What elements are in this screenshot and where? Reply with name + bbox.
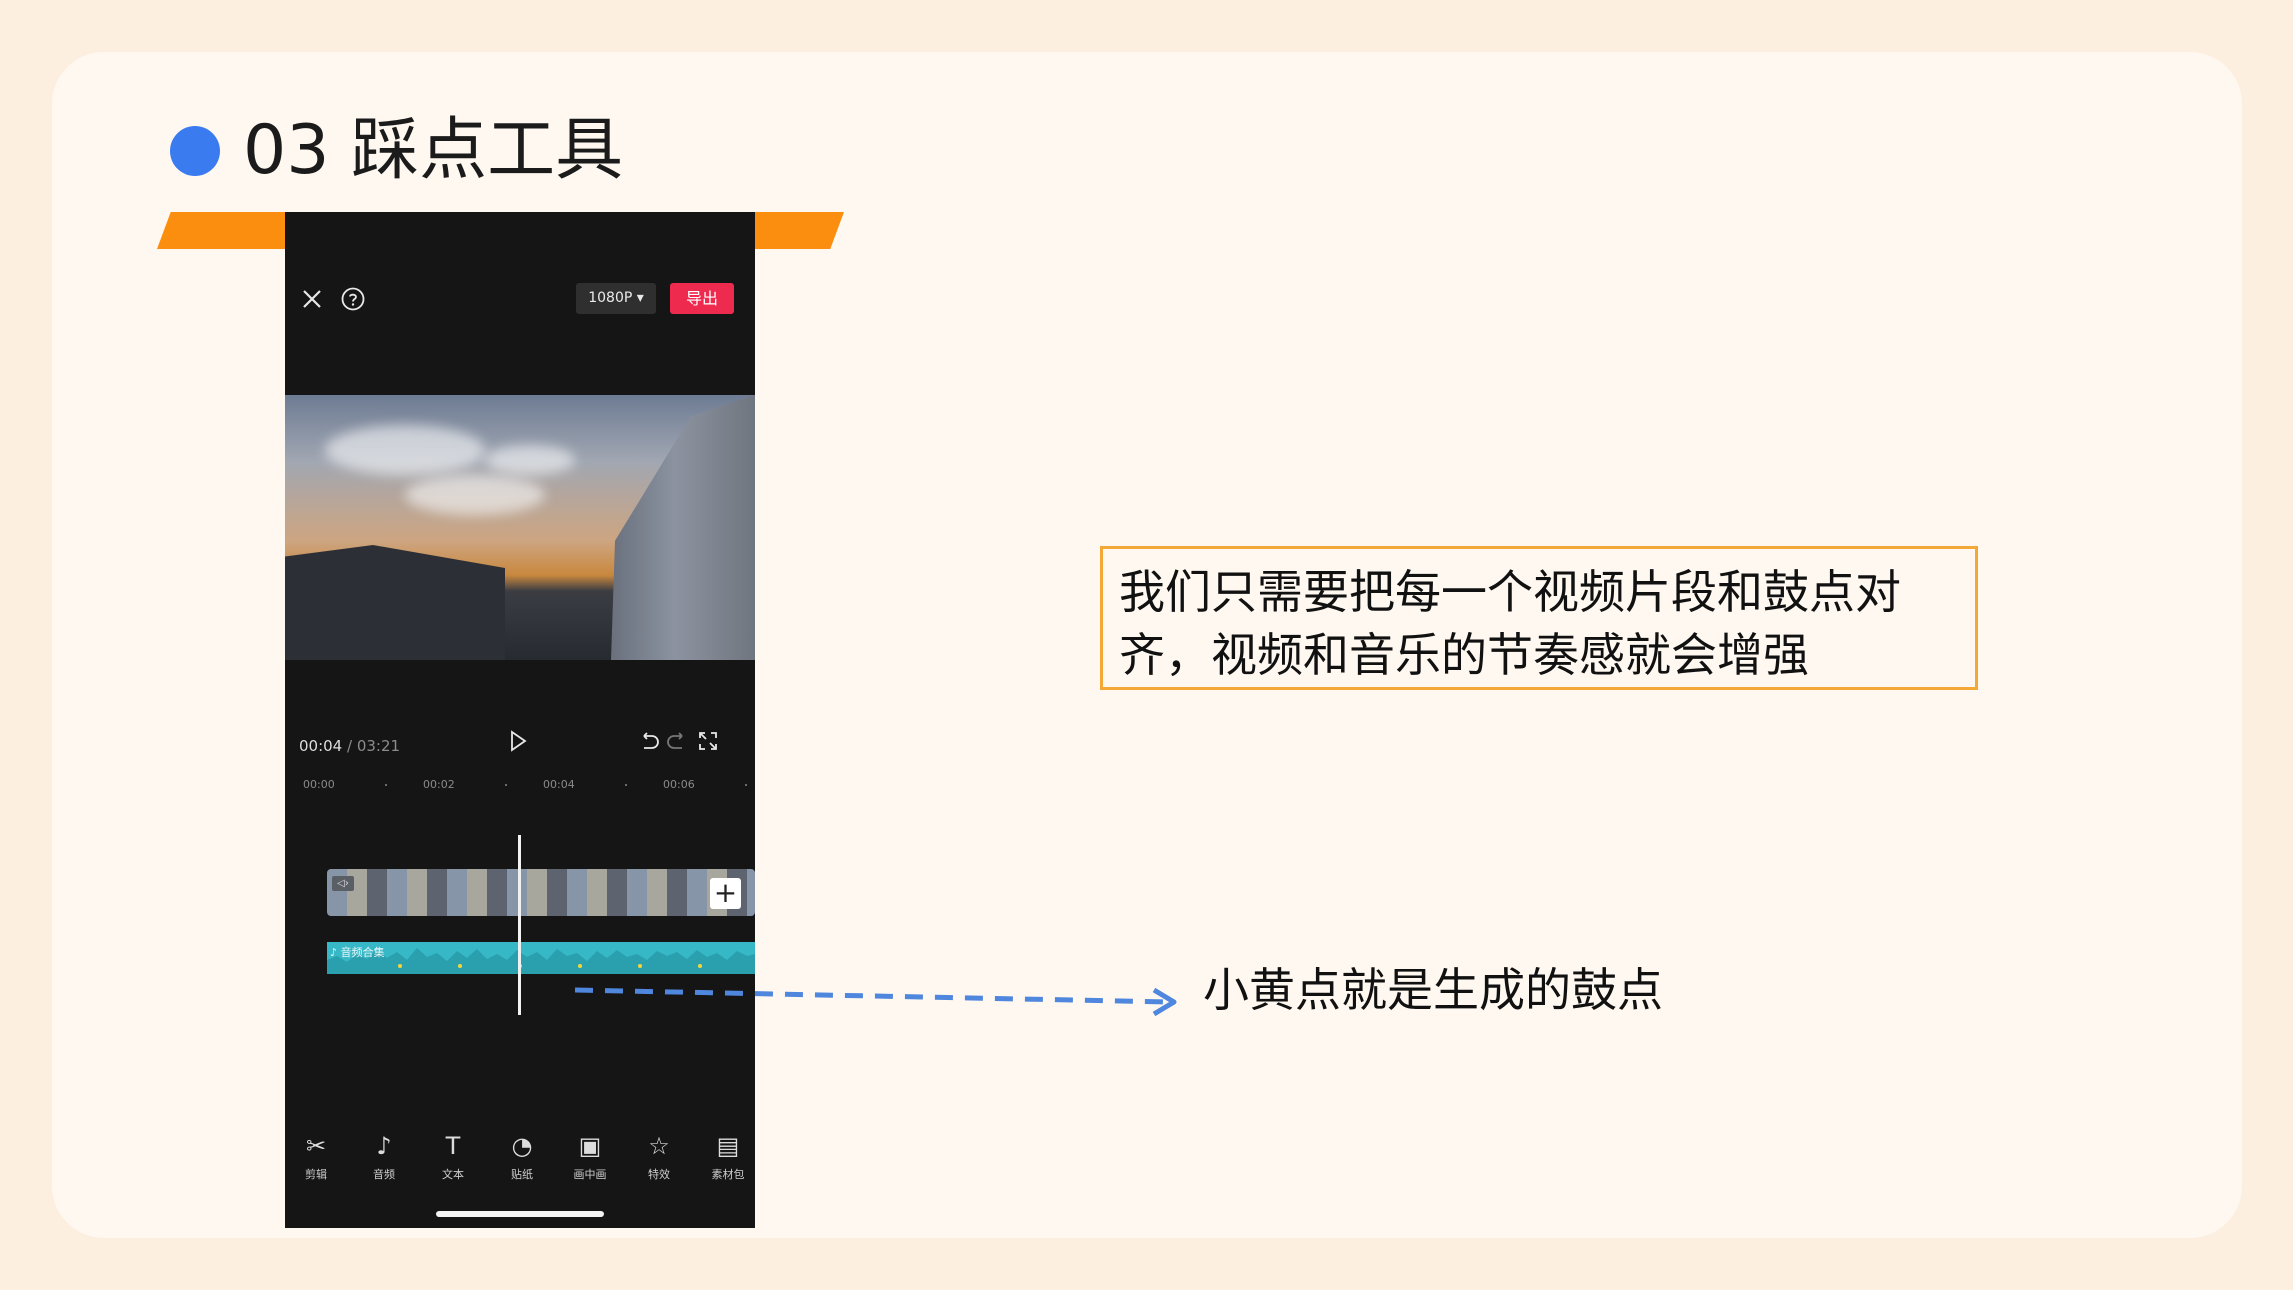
tool-pip[interactable]: ▣ 画中画 bbox=[560, 1132, 620, 1182]
redo-icon[interactable] bbox=[666, 731, 688, 751]
tool-cut[interactable]: ✂ 剪辑 bbox=[286, 1132, 346, 1182]
play-icon[interactable] bbox=[509, 730, 527, 752]
tool-text[interactable]: T 文本 bbox=[423, 1132, 483, 1182]
export-button[interactable]: 导出 bbox=[670, 283, 734, 314]
material-icon: ▤ bbox=[716, 1132, 740, 1160]
undo-icon[interactable] bbox=[638, 731, 660, 751]
close-icon[interactable] bbox=[302, 289, 322, 309]
video-preview[interactable] bbox=[285, 395, 755, 660]
current-time: 00:04 bbox=[299, 737, 343, 755]
title-bullet bbox=[170, 126, 220, 176]
ruler-tick: 00:02 bbox=[423, 778, 455, 791]
phone-screenshot: 1080P ▾ 导出 00:04 / 03:21 00:00 00:02 00:… bbox=[285, 212, 755, 1228]
ruler-tick: 00:04 bbox=[543, 778, 575, 791]
video-track[interactable] bbox=[327, 869, 755, 916]
beat-dot bbox=[398, 964, 402, 968]
beat-dot-annotation: 小黄点就是生成的鼓点 bbox=[1203, 963, 1663, 1017]
dashed-arrow bbox=[574, 987, 1177, 1017]
audio-track-label: ♪ 音频合集 bbox=[330, 946, 385, 959]
sticker-icon: ◔ bbox=[511, 1132, 533, 1160]
resolution-dropdown[interactable]: 1080P ▾ bbox=[576, 283, 656, 314]
text-icon: T bbox=[445, 1132, 461, 1160]
time-separator: / bbox=[342, 737, 357, 755]
beat-dot bbox=[698, 964, 702, 968]
speaker-icon[interactable]: ◁› bbox=[332, 876, 354, 891]
ruler-tick: 00:06 bbox=[663, 778, 695, 791]
page-title: 03 踩点工具 bbox=[243, 111, 624, 190]
tool-effects[interactable]: ☆ 特效 bbox=[629, 1132, 689, 1182]
add-clip-button[interactable]: + bbox=[710, 878, 741, 909]
beat-dot bbox=[458, 964, 462, 968]
audio-track[interactable]: ♪ 音频合集 bbox=[327, 942, 755, 974]
total-time: 03:21 bbox=[356, 737, 401, 755]
ruler-tick: 00:00 bbox=[303, 778, 335, 791]
effects-icon: ☆ bbox=[648, 1132, 670, 1160]
tool-audio[interactable]: ♪ 音频 bbox=[354, 1132, 414, 1182]
tool-sticker[interactable]: ◔ 贴纸 bbox=[492, 1132, 552, 1182]
fullscreen-icon[interactable] bbox=[699, 732, 717, 750]
pip-icon: ▣ bbox=[578, 1132, 602, 1160]
home-indicator bbox=[436, 1211, 604, 1217]
playhead[interactable] bbox=[518, 835, 521, 1015]
music-icon: ♪ bbox=[376, 1132, 392, 1160]
beat-dot bbox=[578, 964, 582, 968]
playback-time: 00:04 / 03:21 bbox=[299, 737, 400, 755]
bottom-toolbar: ✂ 剪辑 ♪ 音频 T 文本 ◔ 贴纸 ▣ 画中画 ☆ 特效 ▤ 素材包 bbox=[285, 1132, 755, 1192]
scissors-icon: ✂ bbox=[305, 1132, 327, 1160]
help-icon[interactable] bbox=[341, 287, 365, 311]
beat-dot bbox=[638, 964, 642, 968]
tool-material[interactable]: ▤ 素材包 bbox=[698, 1132, 755, 1182]
callout-box: 我们只需要把每一个视频片段和鼓点对齐，视频和音乐的节奏感就会增强 bbox=[1100, 546, 1978, 690]
